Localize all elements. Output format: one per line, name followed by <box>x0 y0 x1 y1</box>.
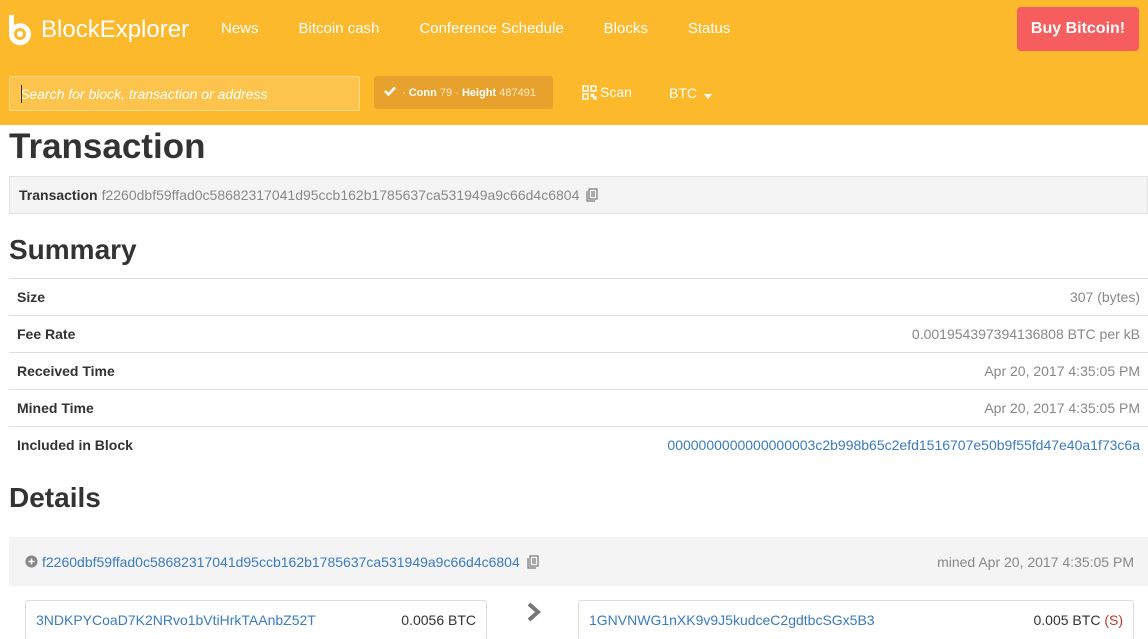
scan-button[interactable]: Scan <box>582 84 632 100</box>
status-sep-2: · <box>455 86 459 99</box>
details-heading: Details <box>9 482 101 513</box>
qr-icon <box>582 84 597 100</box>
summary-row-mined-time: Mined Time Apr 20, 2017 4:35:05 PM <box>9 389 1148 426</box>
mined-time: mined Apr 20, 2017 4:35:05 PM <box>937 553 1134 570</box>
brand-logo[interactable]: BlockExplorer <box>3 10 189 50</box>
details-tx-header: f2260dbf59ffad0c58682317041d95ccb162b178… <box>9 537 1148 586</box>
conn-value: 79 <box>439 86 453 99</box>
chevron-right-icon <box>525 601 543 623</box>
caret-down-icon <box>703 86 712 102</box>
logo-icon <box>3 13 37 47</box>
summary-row-fee-rate: Fee Rate 0.00195439739413680​8 BTC per k… <box>9 315 1148 352</box>
summary-heading: Summary <box>9 234 137 265</box>
status-sep-1: · <box>402 86 406 99</box>
nav-blocks[interactable]: Blocks <box>584 20 668 38</box>
spent-flag[interactable]: (S) <box>1104 612 1123 628</box>
nav-status[interactable]: Status <box>668 20 751 38</box>
height-label: Height <box>461 86 497 99</box>
summary-row-size: Size 307 (bytes) <box>9 278 1148 315</box>
connection-status[interactable]: · Conn 79 · Height 487491 <box>374 76 553 109</box>
output-address-link[interactable]: 1GNVNWG1nXK9v9J5kudceC2gdtbcSGx5B3 <box>589 612 875 628</box>
scan-label: Scan <box>600 84 632 100</box>
block-hash-link[interactable]: 0000000000000000003c2b998b65c2efd1516707… <box>667 437 1140 453</box>
copy-icon[interactable] <box>527 554 539 569</box>
nav-news[interactable]: News <box>201 20 279 38</box>
output-item: 1GNVNWG1nXK9v9J5kudceC2gdtbcSGx5B3 0.005… <box>578 600 1134 639</box>
summary-table: Size 307 (bytes) Fee Rate 0.001954397394… <box>9 278 1148 463</box>
page-title: Transaction <box>9 127 206 166</box>
check-icon <box>384 86 396 99</box>
copy-icon[interactable] <box>586 188 598 202</box>
output-amount: 0.005 BTC <box>1033 612 1101 628</box>
details-tx-hash-link[interactable]: f2260dbf59ffad0c58682317041d95ccb162b178… <box>42 554 520 570</box>
input-item: 3NDKPYCoaD7K2NRvo1bVtiHrkTAAnbZ52T 0.005… <box>25 600 487 639</box>
top-nav: News Bitcoin cash Conference Schedule Bl… <box>201 20 750 38</box>
summary-value: Apr 20, 2017 4:35:05 PM <box>984 363 1140 379</box>
text-cursor <box>21 85 22 103</box>
summary-row-included-in-block: Included in Block 0000000000000000003c2b… <box>9 426 1148 463</box>
conn-label: Conn <box>408 86 437 99</box>
summary-label: Received Time <box>17 363 115 379</box>
buy-bitcoin-button[interactable]: Buy Bitcoin! <box>1017 7 1139 51</box>
summary-row-received-time: Received Time Apr 20, 2017 4:35:05 PM <box>9 352 1148 389</box>
input-amount: 0.0056 BTC <box>401 612 476 628</box>
transaction-label: Transaction <box>19 187 98 203</box>
output-amount-group: 0.005 BTC (S) <box>1034 612 1124 628</box>
summary-label: Fee Rate <box>17 326 76 342</box>
currency-selector[interactable]: BTC <box>669 85 712 102</box>
transaction-hash: f2260dbf59ffad0c58682317041d95ccb162b178… <box>101 187 580 203</box>
brand-name: BlockExplorer <box>41 16 190 43</box>
height-value: 487491 <box>499 86 536 99</box>
input-address-link[interactable]: 3NDKPYCoaD7K2NRvo1bVtiHrkTAAnbZ52T <box>36 612 316 628</box>
plus-circle-icon[interactable] <box>25 555 38 568</box>
summary-label: Size <box>17 289 46 305</box>
summary-value: Apr 20, 2017 4:35:05 PM <box>984 400 1140 416</box>
summary-value: 307 (bytes) <box>1069 289 1140 305</box>
search-box[interactable] <box>9 76 360 111</box>
currency-label: BTC <box>669 85 697 101</box>
summary-label: Included in Block <box>17 437 133 453</box>
nav-conference-schedule[interactable]: Conference Schedule <box>399 20 583 38</box>
summary-label: Mined Time <box>17 400 94 416</box>
nav-bitcoin-cash[interactable]: Bitcoin cash <box>279 20 400 38</box>
summary-value: 0.00195439739413680​8 BTC per kB <box>911 326 1140 342</box>
header-bar: BlockExplorer News Bitcoin cash Conferen… <box>0 0 1148 125</box>
transaction-id-box: Transaction f2260dbf59ffad0c58682317041d… <box>9 176 1148 214</box>
search-input[interactable] <box>10 77 359 110</box>
